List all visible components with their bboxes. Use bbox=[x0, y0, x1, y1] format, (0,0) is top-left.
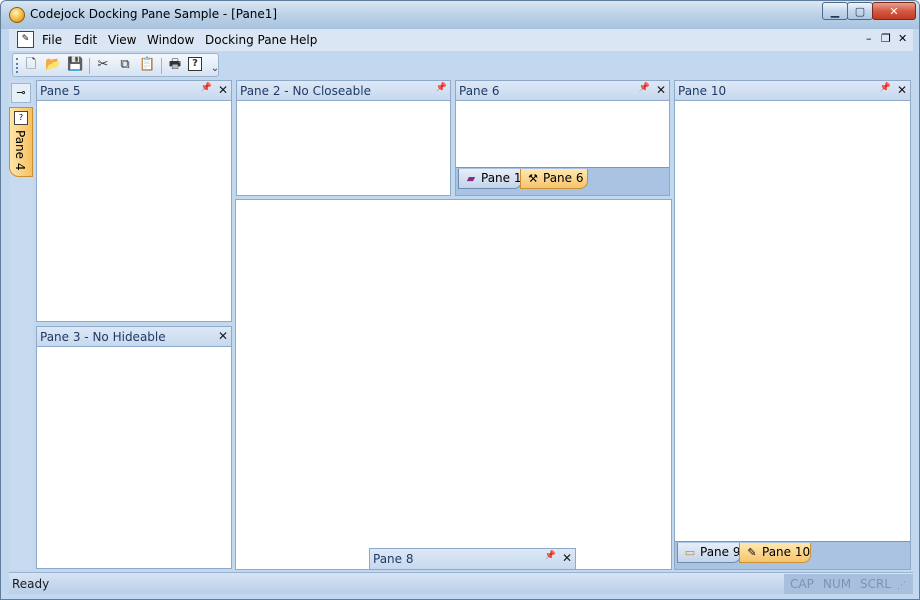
document-icon[interactable]: ✎ bbox=[17, 31, 34, 48]
close-icon[interactable]: ✕ bbox=[218, 83, 228, 97]
pin-icon[interactable]: 📌 bbox=[880, 83, 891, 97]
tab-pane9-label: Pane 9 bbox=[700, 545, 741, 559]
status-indicators: CAP NUM SCRL bbox=[784, 574, 913, 594]
pane6-content[interactable] bbox=[456, 101, 669, 167]
save-icon[interactable]: 💾 bbox=[67, 57, 83, 73]
cut-icon[interactable]: ✂ bbox=[95, 57, 111, 73]
tools-icon: ⚒ bbox=[528, 172, 538, 185]
edit-icon: ✎ bbox=[747, 546, 757, 559]
copy-icon[interactable]: ⧉ bbox=[117, 57, 133, 73]
close-icon[interactable]: ✕ bbox=[218, 329, 228, 343]
pin-icon[interactable]: 📌 bbox=[545, 551, 556, 565]
pane5-content[interactable] bbox=[37, 101, 231, 321]
pane10-title: Pane 10 bbox=[678, 84, 727, 98]
menu-file[interactable]: File bbox=[42, 33, 62, 47]
paste-icon[interactable]: 📋 bbox=[139, 57, 155, 73]
caps-lock-indicator: CAP bbox=[790, 577, 814, 591]
app-icon[interactable] bbox=[9, 7, 25, 23]
tab-pane10[interactable]: ✎ Pane 10 bbox=[739, 543, 811, 563]
num-lock-indicator: NUM bbox=[823, 577, 852, 591]
pane5: Pane 5 📌 ✕ bbox=[36, 80, 232, 322]
pane10: Pane 10 📌 ✕ ▭ Pane 9 ✎ Pane 10 bbox=[674, 80, 911, 570]
mdi-minimize-button[interactable]: – bbox=[866, 32, 872, 45]
maximize-button[interactable]: ▢ bbox=[847, 2, 873, 20]
pane6-tabstrip: ▰ Pane 1 ⚒ Pane 6 bbox=[456, 167, 669, 195]
status-bar: Ready CAP NUM SCRL bbox=[9, 572, 913, 594]
window-title: Codejock Docking Pane Sample - [Pane1] bbox=[30, 7, 278, 21]
pane3-content[interactable] bbox=[37, 347, 231, 568]
close-icon[interactable]: ✕ bbox=[562, 551, 572, 565]
close-icon[interactable]: ✕ bbox=[656, 83, 666, 97]
title-bar[interactable]: Codejock Docking Pane Sample - [Pane1] ▁… bbox=[1, 1, 919, 29]
pane10-caption[interactable]: Pane 10 📌 ✕ bbox=[675, 81, 910, 101]
pane2-title: Pane 2 - No Closeable bbox=[240, 84, 371, 98]
pin-icon[interactable]: 📌 bbox=[201, 83, 212, 97]
pane6-caption[interactable]: Pane 6 📌 ✕ bbox=[456, 81, 669, 101]
toolbar-separator bbox=[89, 58, 90, 74]
pane2-caption[interactable]: Pane 2 - No Closeable 📌 bbox=[237, 81, 450, 101]
status-text: Ready bbox=[12, 577, 50, 591]
pane2: Pane 2 - No Closeable 📌 bbox=[236, 80, 451, 196]
tab-pane6-label: Pane 6 bbox=[543, 171, 584, 185]
pane2-content[interactable] bbox=[237, 101, 450, 195]
overflow-icon[interactable]: ⌄ bbox=[207, 61, 223, 77]
help-icon[interactable]: ? bbox=[188, 57, 202, 71]
tab-pane1[interactable]: ▰ Pane 1 bbox=[458, 169, 522, 189]
mdi-restore-button[interactable]: ❐ bbox=[881, 32, 891, 45]
pane6-title: Pane 6 bbox=[459, 84, 500, 98]
pin-icon[interactable]: 📌 bbox=[436, 83, 447, 93]
close-button[interactable]: ✕ bbox=[872, 2, 916, 20]
folder-icon: ▭ bbox=[684, 546, 696, 559]
pane4-label: Pane 4 bbox=[13, 130, 27, 171]
print-icon[interactable]: 🖶 bbox=[167, 57, 183, 73]
toolbar-grip[interactable] bbox=[16, 58, 18, 73]
book-icon: ▰ bbox=[466, 172, 476, 185]
close-icon[interactable]: ✕ bbox=[897, 83, 907, 97]
pane5-title: Pane 5 bbox=[40, 84, 81, 98]
pane5-caption[interactable]: Pane 5 📌 ✕ bbox=[37, 81, 231, 101]
menu-help[interactable]: Help bbox=[290, 33, 317, 47]
menu-window[interactable]: Window bbox=[147, 33, 194, 47]
open-icon[interactable]: 📂 bbox=[45, 57, 61, 73]
menu-docking-pane[interactable]: Docking Pane bbox=[205, 33, 287, 47]
pane8-caption[interactable]: Pane 8 📌 ✕ bbox=[370, 549, 575, 569]
tab-pane1-label: Pane 1 bbox=[481, 171, 522, 185]
mdi-close-button[interactable]: ✕ bbox=[898, 32, 907, 45]
pane8-title: Pane 8 bbox=[373, 552, 414, 566]
menu-bar: ✎ File Edit View Window Docking Pane Hel… bbox=[9, 29, 913, 51]
pane10-content[interactable] bbox=[675, 101, 910, 541]
minimize-button[interactable]: ▁ bbox=[822, 2, 848, 20]
pane10-tabstrip: ▭ Pane 9 ✎ Pane 10 bbox=[675, 541, 910, 569]
new-icon[interactable]: 🗋 bbox=[23, 57, 39, 73]
toolbar-separator bbox=[161, 58, 162, 74]
menu-view[interactable]: View bbox=[108, 33, 136, 47]
pane4-autohide-tab[interactable]: ? Pane 4 bbox=[9, 107, 33, 177]
document-area[interactable] bbox=[235, 199, 672, 570]
pane3-caption[interactable]: Pane 3 - No Hideable ✕ bbox=[37, 327, 231, 347]
pane6: Pane 6 📌 ✕ ▰ Pane 1 ⚒ Pane 6 bbox=[455, 80, 670, 196]
pane4-icon: ? bbox=[14, 111, 28, 125]
autohide-pin-icon[interactable]: ⊸ bbox=[11, 83, 31, 103]
standard-toolbar: 🗋 📂 💾 ✂ ⧉ 📋 🖶 ? ⌄ bbox=[12, 53, 219, 77]
pane3-title: Pane 3 - No Hideable bbox=[40, 330, 166, 344]
tab-pane9[interactable]: ▭ Pane 9 bbox=[677, 543, 741, 563]
menu-edit[interactable]: Edit bbox=[74, 33, 97, 47]
tab-pane10-label: Pane 10 bbox=[762, 545, 811, 559]
app-window: Codejock Docking Pane Sample - [Pane1] ▁… bbox=[0, 0, 920, 600]
resize-grip-icon[interactable]: ⋰ bbox=[897, 581, 909, 593]
scroll-lock-indicator: SCRL bbox=[860, 577, 892, 591]
pane8: Pane 8 📌 ✕ bbox=[369, 548, 576, 570]
pane3: Pane 3 - No Hideable ✕ bbox=[36, 326, 232, 569]
tab-pane6[interactable]: ⚒ Pane 6 bbox=[520, 169, 588, 189]
pin-icon[interactable]: 📌 bbox=[639, 83, 650, 97]
